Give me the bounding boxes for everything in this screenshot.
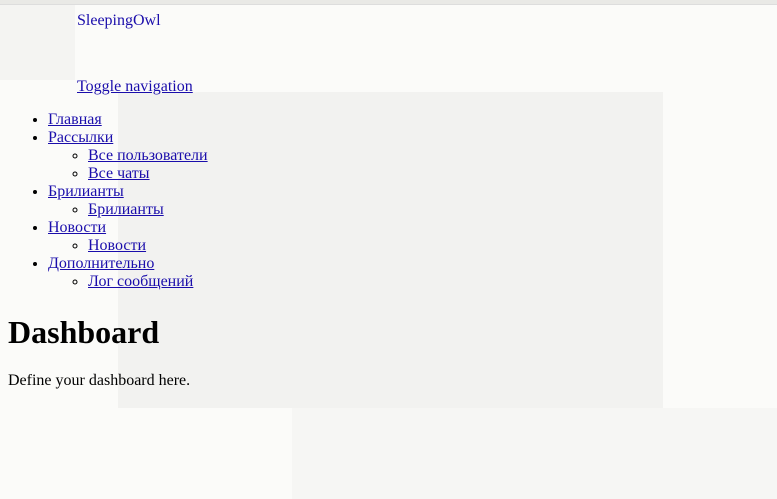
nav-link-home[interactable]: Главная [48, 111, 102, 128]
nav-link-news[interactable]: Новости [48, 219, 106, 236]
main-navigation: Главная Рассылки Все пользователи Все ча… [0, 111, 208, 291]
nav-submenu-mailings: Все пользователи Все чаты [48, 147, 208, 183]
nav-item-diamonds: Брилианты Брилианты [48, 183, 208, 219]
nav-item-mailings: Рассылки Все пользователи Все чаты [48, 129, 208, 183]
brand-link[interactable]: SleepingOwl [77, 12, 161, 29]
background-panel [292, 408, 777, 499]
nav-subitem: Брилианты [88, 201, 208, 219]
nav-link-mailings[interactable]: Рассылки [48, 129, 113, 146]
nav-item-home: Главная [48, 111, 208, 129]
background-panel [0, 5, 75, 80]
nav-link-news-list[interactable]: Новости [88, 237, 146, 254]
toggle-navigation-link[interactable]: Toggle navigation [77, 78, 193, 95]
nav-subitem: Новости [88, 237, 208, 255]
nav-subitem: Лог сообщений [88, 273, 208, 291]
toggle-navigation: Toggle navigation [77, 78, 193, 96]
page-description: Define your dashboard here. [8, 372, 191, 389]
background-window-titlebar [0, 0, 777, 5]
nav-submenu-news: Новости [48, 237, 208, 255]
nav-link-extra[interactable]: Дополнительно [48, 255, 154, 272]
nav-link-diamonds[interactable]: Брилианты [48, 183, 124, 200]
nav-link-message-log[interactable]: Лог сообщений [88, 273, 193, 290]
nav-item-extra: Дополнительно Лог сообщений [48, 255, 208, 291]
nav-submenu-extra: Лог сообщений [48, 273, 208, 291]
nav-link-diamonds-list[interactable]: Брилианты [88, 201, 164, 218]
nav-item-news: Новости Новости [48, 219, 208, 255]
nav-link-all-users[interactable]: Все пользователи [88, 147, 208, 164]
nav-submenu-diamonds: Брилианты [48, 201, 208, 219]
nav-link-all-chats[interactable]: Все чаты [88, 165, 150, 182]
page-title: Dashboard [8, 314, 160, 350]
nav-subitem: Все чаты [88, 165, 208, 183]
nav-subitem: Все пользователи [88, 147, 208, 165]
brand: SleepingOwl [77, 12, 161, 30]
